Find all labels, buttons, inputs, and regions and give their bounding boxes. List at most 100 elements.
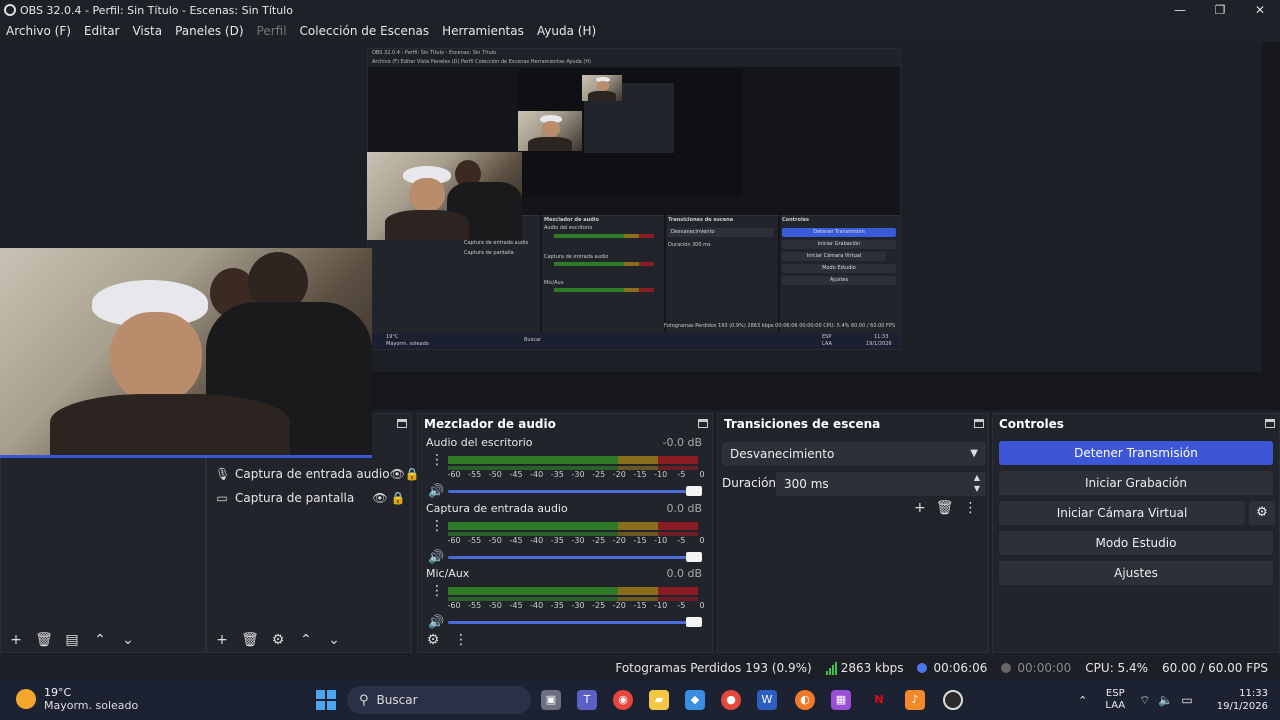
clock[interactable]: 11:33 19/1/2026 (1217, 687, 1268, 713)
volume-slider-handle[interactable] (686, 552, 702, 562)
speaker-icon[interactable]: 🔊 (428, 550, 444, 565)
studio-mode-button[interactable]: Modo Estudio (999, 531, 1273, 555)
firefox-icon[interactable]: ◐ (795, 690, 815, 710)
webcam-small-source[interactable] (367, 152, 522, 240)
visibility-icon[interactable]: 👁 (390, 467, 405, 481)
channel-db: 0.0 dB (666, 502, 702, 515)
audio-mixer-panel: Mezclador de audio Audio del escritorio -… (417, 413, 713, 653)
channel-menu-icon[interactable]: ⋮ (430, 518, 444, 534)
dropdown-arrow-icon: ▼ (970, 448, 978, 459)
weather-widget[interactable]: 19°C Mayorm. soleado (16, 686, 138, 712)
teams-icon[interactable]: T (577, 690, 597, 710)
menu-paneles[interactable]: Paneles (D) (175, 24, 243, 38)
word-icon[interactable]: W (757, 690, 777, 710)
add-transition-button[interactable]: + (914, 500, 926, 516)
source-item-audio-input[interactable]: 🎙 Captura de entrada audio 👁 🔒 (215, 463, 420, 485)
transition-menu-button[interactable]: ⋮ (964, 500, 978, 516)
minimize-button[interactable]: — (1160, 0, 1200, 20)
menu-bar: Archivo (F) Editar Vista Paneles (D) Per… (0, 20, 1280, 42)
webcam-source[interactable] (0, 248, 372, 458)
remove-scene-button[interactable]: 🗑 (35, 632, 53, 648)
move-source-down-button[interactable]: ⌄ (325, 632, 343, 648)
menu-ayuda[interactable]: Ayuda (H) (537, 24, 596, 38)
scene-transitions-panel: Transiciones de escena Desvanecimiento ▼… (717, 413, 989, 653)
lock-icon[interactable]: 🔒 (389, 491, 407, 505)
start-button[interactable] (316, 690, 336, 710)
settings-button[interactable]: Ajustes (999, 561, 1273, 585)
file-explorer-icon[interactable]: ▰ (649, 690, 669, 710)
undock-icon[interactable] (974, 419, 984, 428)
controls-panel: Controles Detener Transmisión Iniciar Gr… (992, 413, 1280, 653)
remove-transition-button[interactable]: 🗑 (936, 500, 954, 516)
remove-source-button[interactable]: 🗑 (241, 632, 259, 648)
cpu-usage: CPU: 5.4% (1085, 661, 1149, 675)
chrome-icon[interactable]: ◉ (613, 690, 633, 710)
meter-tick-label: -35 (550, 470, 564, 479)
menu-perfil[interactable]: Perfil (257, 24, 287, 38)
network-volume-battery-icons[interactable]: ⌔🔈▭ (1139, 693, 1201, 708)
task-view-icon[interactable]: ▣ (541, 690, 561, 710)
obs-taskbar-icon[interactable] (943, 690, 963, 710)
nested-transitions-panel: Transiciones de escena Desvanecimiento D… (666, 215, 778, 335)
menu-editar[interactable]: Editar (84, 24, 120, 38)
speaker-icon[interactable]: 🔊 (428, 484, 444, 499)
app-icon[interactable]: ● (721, 690, 741, 710)
menu-herramientas[interactable]: Herramientas (442, 24, 524, 38)
menu-coleccion-escenas[interactable]: Colección de Escenas (300, 24, 430, 38)
move-source-up-button[interactable]: ⌃ (297, 632, 315, 648)
language-indicator[interactable]: ESP LAA (1105, 688, 1125, 712)
chevron-up-icon[interactable]: ⌃ (1078, 694, 1087, 707)
netflix-icon[interactable]: N (869, 690, 889, 710)
record-time-value: 00:00:00 (1017, 661, 1072, 675)
scene-filters-button[interactable]: ▤ (63, 632, 81, 648)
volume-slider[interactable] (448, 556, 694, 559)
source-properties-button[interactable]: ⚙ (269, 632, 287, 648)
close-button[interactable]: ✕ (1240, 0, 1280, 20)
volume-slider[interactable] (448, 621, 694, 624)
volume-slider[interactable] (448, 490, 694, 493)
microphone-icon: 🎙 (215, 467, 231, 481)
visibility-icon[interactable]: 👁 (371, 491, 389, 505)
preview-area[interactable]: OBS 32.0.4 - Perfil: Sin Título - Escena… (0, 42, 1280, 458)
fl-studio-icon[interactable]: ♪ (905, 690, 925, 710)
start-virtual-camera-button[interactable]: Iniciar Cámara Virtual (999, 501, 1245, 525)
nested-menu: Archivo (F) Editar Vista Paneles (D) Per… (368, 58, 900, 67)
undock-icon[interactable] (397, 419, 407, 428)
virtual-camera-settings-button[interactable]: ⚙ (1249, 501, 1275, 525)
menu-archivo[interactable]: Archivo (F) (6, 24, 71, 38)
menu-vista[interactable]: Vista (132, 24, 162, 38)
bitrate-indicator: 2863 kbps (825, 661, 903, 675)
meter-tick-label: -25 (592, 601, 606, 610)
undock-icon[interactable] (698, 419, 708, 428)
undock-icon[interactable] (1265, 419, 1275, 428)
image-editor-icon[interactable]: ▦ (831, 690, 851, 710)
speaker-icon[interactable]: 🔊 (428, 615, 444, 630)
duration-spinner[interactable]: ▲ ▼ (974, 472, 980, 494)
meter-tick-label: -40 (530, 536, 544, 545)
channel-menu-icon[interactable]: ⋮ (430, 452, 444, 468)
stop-streaming-button[interactable]: Detener Transmisión (999, 441, 1273, 465)
add-source-button[interactable]: + (213, 632, 231, 648)
channel-db: 0.0 dB (666, 567, 702, 580)
meter-tick-label: -5 (677, 470, 686, 479)
transition-select[interactable]: Desvanecimiento ▼ (722, 442, 986, 466)
channel-menu-icon[interactable]: ⋮ (430, 583, 444, 599)
taskbar-search[interactable]: ⚲ Buscar (347, 686, 531, 714)
move-scene-up-button[interactable]: ⌃ (91, 632, 109, 648)
move-scene-down-button[interactable]: ⌄ (119, 632, 137, 648)
meter-tick-label: -25 (592, 536, 606, 545)
meter-tick-label: -15 (633, 536, 647, 545)
volume-slider-handle[interactable] (686, 486, 702, 496)
copilot-icon[interactable]: ◆ (685, 690, 705, 710)
source-item-screen-capture[interactable]: ▭ Captura de pantalla 👁 🔒 (215, 487, 407, 509)
maximize-button[interactable]: ❐ (1200, 0, 1240, 20)
add-scene-button[interactable]: + (7, 632, 25, 648)
advanced-audio-button[interactable]: ⚙ (424, 632, 442, 648)
start-recording-button[interactable]: Iniciar Grabación (999, 471, 1273, 495)
mixer-menu-button[interactable]: ⋮ (452, 632, 470, 648)
transitions-toolbar: + 🗑 ⋮ (914, 500, 978, 516)
meter-tick-label: 0 (699, 536, 705, 545)
meter-tick-label: -10 (654, 536, 668, 545)
duration-field[interactable]: 300 ms ▲ ▼ (776, 472, 986, 496)
volume-slider-handle[interactable] (686, 617, 702, 627)
